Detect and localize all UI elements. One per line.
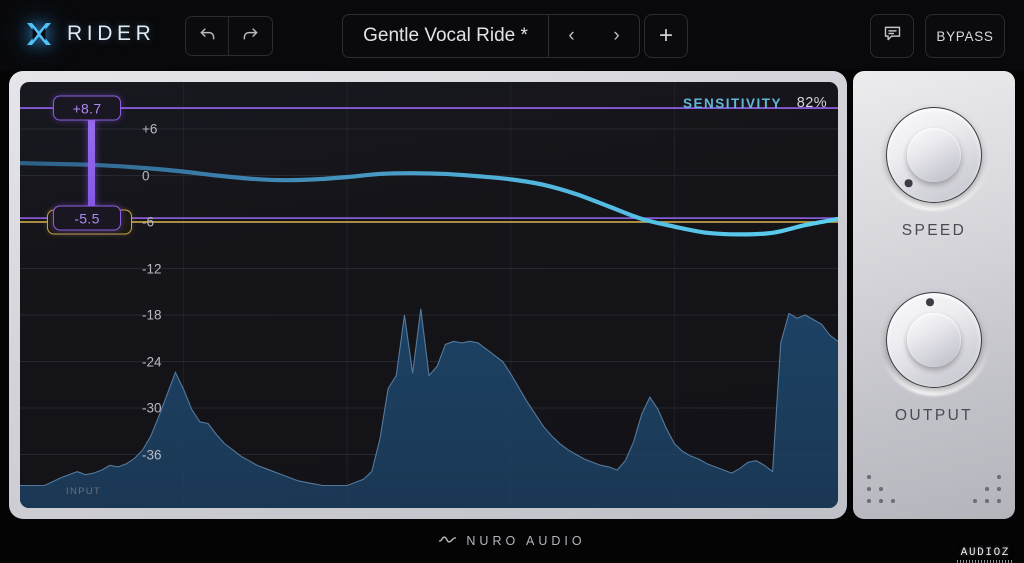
control-panel: SPEED OUTPUT	[853, 71, 1015, 519]
preset-prev-button[interactable]: ‹	[549, 15, 594, 57]
grip-dot	[867, 475, 871, 479]
grip-dot	[879, 487, 883, 491]
add-preset-button[interactable]: +	[644, 14, 688, 58]
speed-knob-cap	[907, 128, 961, 182]
speed-knob-label: SPEED	[901, 222, 967, 239]
grip-dot	[867, 487, 871, 491]
input-label: INPUT	[66, 486, 101, 497]
output-knob-label: OUTPUT	[894, 407, 974, 424]
speech-bubble-icon	[882, 23, 903, 49]
sensitivity-value[interactable]: 82%	[797, 95, 827, 111]
grip-dot	[973, 499, 977, 503]
preset-name-display[interactable]: Gentle Vocal Ride *	[343, 15, 549, 57]
output-knob-group: OUTPUT	[853, 284, 1015, 425]
redo-button[interactable]	[229, 17, 272, 55]
grip-dots-left	[867, 475, 907, 507]
footer-bar: NURO AUDIO	[0, 519, 1024, 563]
grip-dot	[985, 487, 989, 491]
brand-logo: RIDER	[22, 17, 155, 51]
speed-knob[interactable]	[878, 99, 990, 211]
grip-dot	[891, 499, 895, 503]
meter-graph[interactable]: SENSITIVITY 82% INPUT +6 0 -6 -12 -18 -24 -30 -…	[20, 82, 838, 508]
grip-dot	[985, 499, 989, 503]
rider-x-logo-icon	[22, 17, 56, 51]
brand-name: NURO AUDIO	[466, 534, 586, 548]
audioz-watermark: AUDIOZ	[956, 546, 1014, 560]
speed-knob-indicator	[904, 179, 913, 187]
y-axis-tick-0: +6	[142, 121, 158, 137]
grip-dots-right	[961, 475, 1001, 507]
nuro-wave-icon	[438, 532, 457, 550]
bypass-button[interactable]: BYPASS	[925, 14, 1005, 58]
grip-dot	[879, 499, 883, 503]
output-knob-indicator	[926, 298, 934, 306]
y-axis-tick-4: -18	[142, 307, 162, 323]
max-gain-badge[interactable]: +8.7	[53, 95, 121, 121]
redo-arrow-icon	[240, 23, 261, 49]
comment-button[interactable]	[870, 14, 914, 58]
output-knob-cap	[907, 313, 961, 367]
min-gain-badge[interactable]: -5.5	[53, 205, 121, 231]
sensitivity-label: SENSITIVITY	[682, 96, 782, 111]
header-bar: RIDER Gentle Vocal Ride * ‹ › + BYPASS	[0, 0, 1024, 70]
grip-dot	[997, 487, 1001, 491]
grip-dot	[867, 499, 871, 503]
y-axis-tick-3: -12	[142, 261, 162, 276]
speed-knob-group: SPEED	[853, 99, 1015, 240]
undo-arrow-icon	[197, 23, 218, 49]
output-knob[interactable]	[878, 284, 990, 396]
grip-dot	[997, 475, 1001, 479]
preset-next-button[interactable]: ›	[594, 15, 639, 57]
y-axis-tick-1: 0	[142, 168, 150, 183]
graph-svg	[20, 82, 838, 508]
plugin-window: RIDER Gentle Vocal Ride * ‹ › + BYPASS S…	[0, 0, 1024, 563]
preset-selector: Gentle Vocal Ride * ‹ ›	[342, 14, 640, 58]
y-axis-tick-5: -24	[142, 354, 162, 369]
app-name: RIDER	[67, 22, 156, 45]
undo-button[interactable]	[186, 17, 229, 55]
graph-panel-frame: SENSITIVITY 82% INPUT +6 0 -6 -12 -18 -24 -30 -…	[9, 71, 847, 519]
y-axis-tick-6: -30	[142, 400, 162, 416]
y-axis-tick-2: -6	[142, 214, 155, 230]
gain-range-bar[interactable]	[88, 108, 95, 219]
grip-dot	[997, 499, 1001, 503]
y-axis-tick-7: -36	[142, 447, 162, 462]
graph-plot-area	[20, 82, 838, 508]
undo-redo-group	[185, 16, 273, 56]
